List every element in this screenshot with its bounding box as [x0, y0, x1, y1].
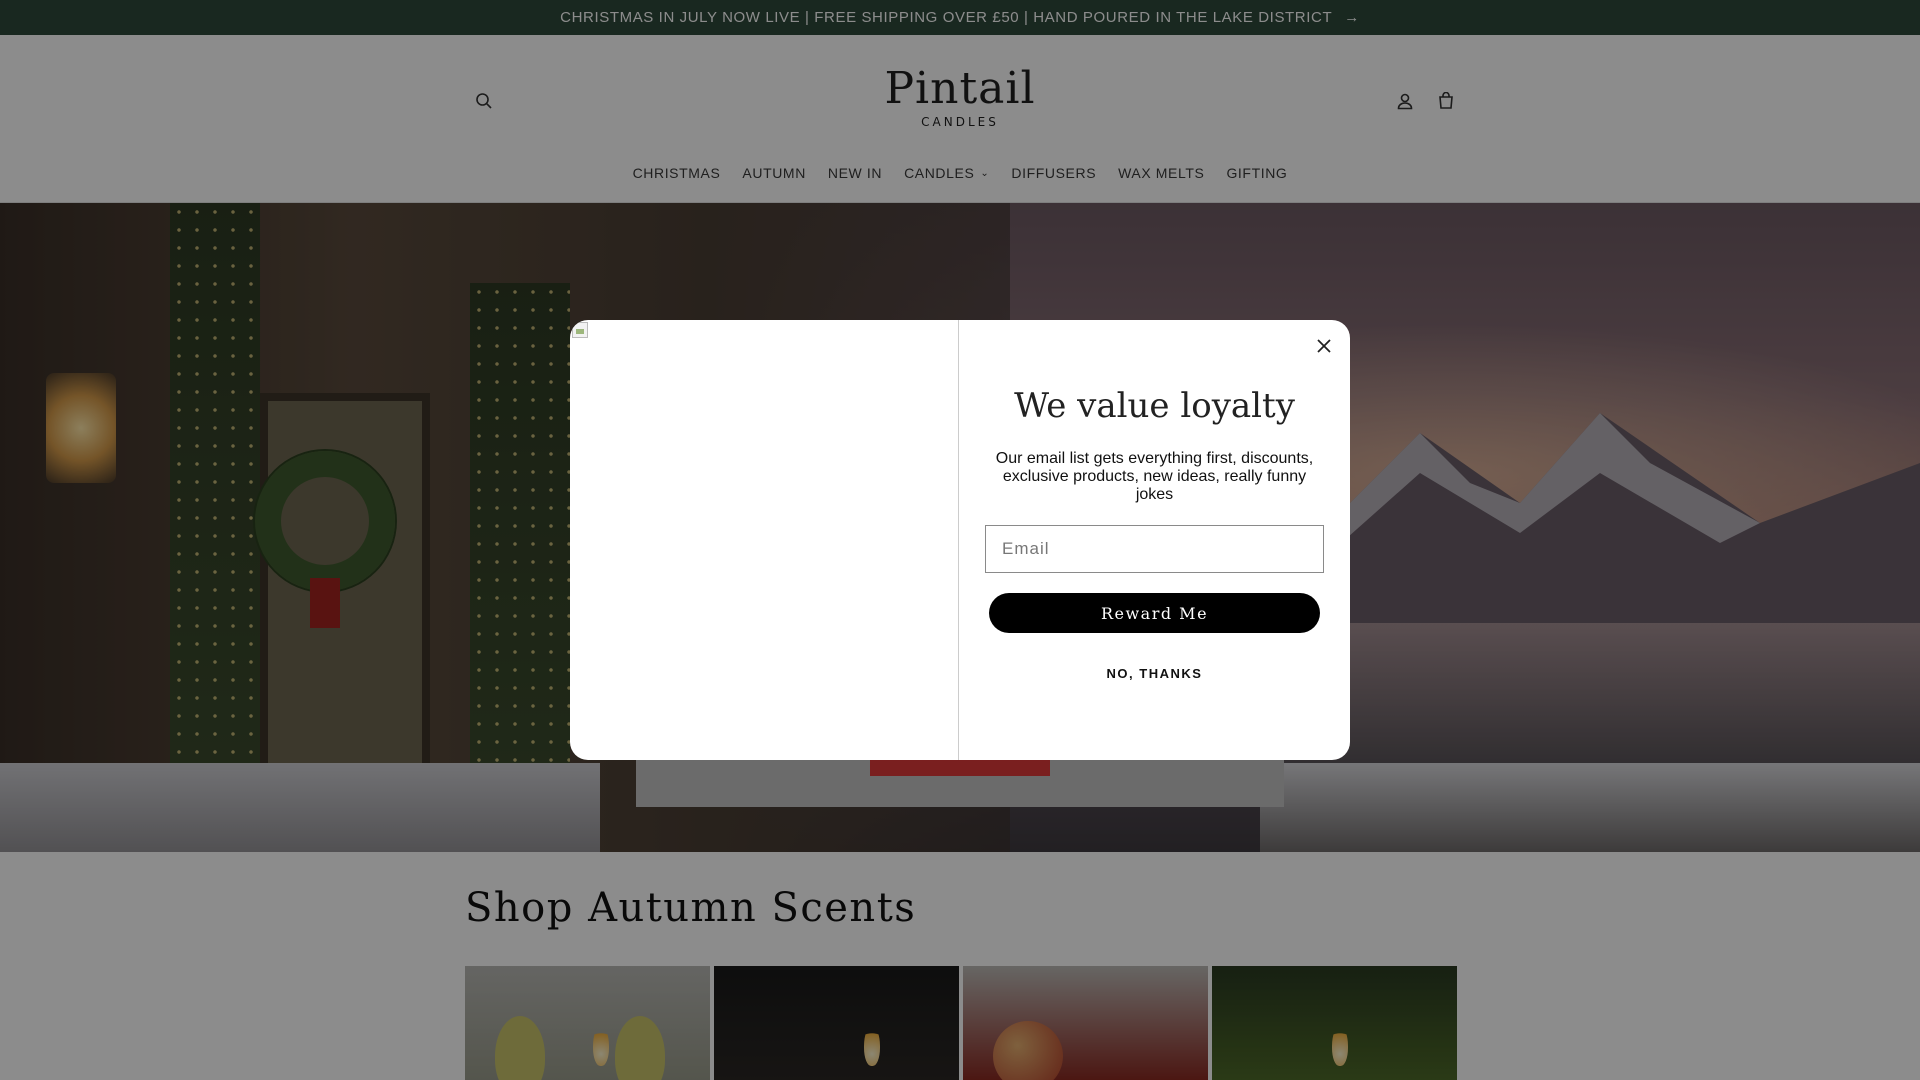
- modal-title: We value loyalty: [1014, 386, 1295, 426]
- broken-image-icon: [572, 322, 588, 338]
- hero-shop-button[interactable]: [870, 758, 1050, 776]
- email-signup-modal: We value loyalty Our email list gets eve…: [570, 320, 1350, 760]
- modal-description: Our email list gets everything first, di…: [995, 450, 1314, 503]
- close-button[interactable]: [1312, 334, 1336, 358]
- reward-me-button[interactable]: Reward Me: [989, 593, 1320, 633]
- modal-overlay-lower[interactable]: [0, 852, 1920, 1080]
- no-thanks-link[interactable]: NO, THANKS: [959, 666, 1350, 681]
- email-field[interactable]: [985, 525, 1324, 573]
- modal-image: [570, 320, 959, 760]
- close-icon: [1317, 339, 1331, 353]
- modal-form: We value loyalty Our email list gets eve…: [959, 320, 1350, 760]
- modal-overlay-top[interactable]: [0, 0, 1920, 203]
